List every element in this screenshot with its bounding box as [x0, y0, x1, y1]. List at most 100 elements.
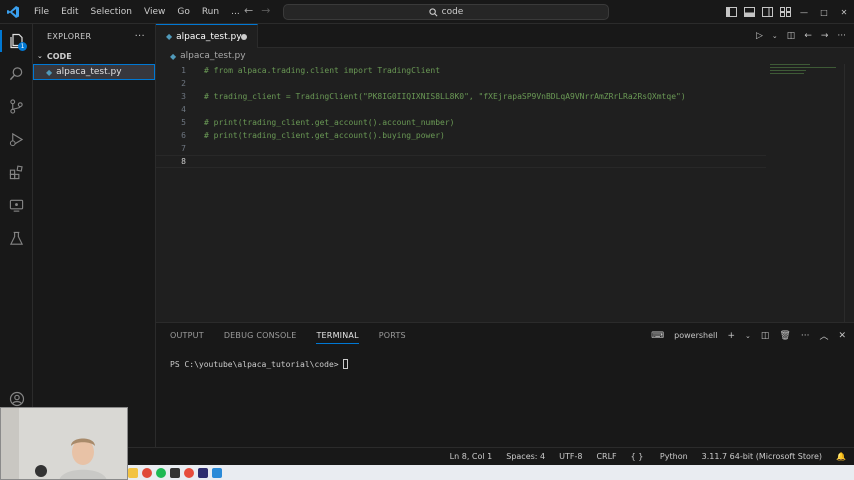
- menu-view[interactable]: View: [138, 7, 171, 17]
- line-number: 3: [181, 92, 186, 101]
- forward-arrow-icon[interactable]: →: [261, 4, 270, 17]
- maximize-button[interactable]: □: [814, 0, 834, 24]
- close-window-button[interactable]: ✕: [834, 0, 854, 24]
- chevron-down-icon: ⌄: [37, 52, 43, 60]
- code-line: 7: [156, 142, 766, 155]
- customize-layout-icon[interactable]: [776, 0, 794, 24]
- more-actions-icon[interactable]: ···: [801, 331, 810, 341]
- extensions-icon[interactable]: [0, 157, 33, 187]
- notifications-bell-icon[interactable]: 🔔: [836, 452, 846, 461]
- more-actions-icon[interactable]: ···: [837, 31, 846, 41]
- terminal-cursor: [342, 359, 348, 369]
- language-label: Python: [659, 452, 688, 461]
- python-file-icon: ◆: [166, 32, 173, 41]
- file-encoding[interactable]: UTF-8: [559, 452, 582, 461]
- line-number: 4: [181, 105, 186, 114]
- menu-edit[interactable]: Edit: [55, 7, 84, 17]
- toggle-primary-sidebar-icon[interactable]: [722, 0, 740, 24]
- explorer-icon[interactable]: 1: [0, 26, 33, 56]
- file-alpaca-test[interactable]: ◆ alpaca_test.py: [33, 64, 155, 80]
- webcam-overlay: [0, 407, 128, 480]
- chevron-down-icon[interactable]: ⌄: [772, 32, 778, 40]
- vscode-logo-icon: [2, 0, 24, 24]
- python-file-icon: ◆: [170, 51, 177, 61]
- code-line-current: 8: [156, 155, 766, 168]
- code-line: 2: [156, 77, 766, 90]
- split-editor-icon[interactable]: ◫: [787, 31, 796, 41]
- vscode-app-icon[interactable]: [212, 467, 222, 478]
- chevron-down-icon[interactable]: ⌄: [745, 332, 751, 340]
- file-explorer-app-icon[interactable]: [128, 467, 138, 478]
- run-python-file-icon[interactable]: ▷: [756, 31, 763, 41]
- app-icon[interactable]: [184, 467, 194, 478]
- remote-explorer-icon[interactable]: [0, 190, 33, 220]
- terminal-app-icon[interactable]: [198, 467, 208, 478]
- end-of-line[interactable]: CRLF: [596, 452, 616, 461]
- chrome-app-icon[interactable]: [142, 467, 152, 478]
- language-mode[interactable]: { } Python: [631, 452, 688, 461]
- command-center[interactable]: code: [283, 4, 609, 20]
- go-back-icon[interactable]: ←: [804, 31, 812, 41]
- menu-run[interactable]: Run: [196, 7, 225, 17]
- code-line: 1 # from alpaca.trading.client import Tr…: [156, 64, 766, 77]
- breadcrumb-file: alpaca_test.py: [180, 51, 246, 61]
- kill-terminal-icon[interactable]: 🗑: [779, 331, 790, 341]
- terminal-shell-label[interactable]: powershell: [674, 331, 717, 340]
- tab-label: alpaca_test.py: [176, 31, 242, 42]
- indentation[interactable]: Spaces: 4: [506, 452, 545, 461]
- tab-output[interactable]: OUTPUT: [170, 331, 204, 344]
- code-line: 4: [156, 103, 766, 116]
- go-forward-icon[interactable]: →: [821, 31, 829, 41]
- editor-tab-bar: ◆ alpaca_test.py ▷ ⌄ ◫ ← → ···: [156, 24, 854, 48]
- tab-ports[interactable]: PORTS: [379, 331, 406, 344]
- menu-go[interactable]: Go: [171, 7, 195, 17]
- tab-debug-console[interactable]: DEBUG CONSOLE: [224, 331, 297, 344]
- unsaved-dot-icon[interactable]: [241, 34, 247, 40]
- minimize-button[interactable]: —: [794, 0, 814, 24]
- minimap[interactable]: [770, 64, 840, 84]
- code-editor[interactable]: 1 # from alpaca.trading.client import Tr…: [156, 64, 854, 322]
- run-and-debug-icon[interactable]: [0, 124, 33, 154]
- code-line: 6 # print(trading_client.get_account().b…: [156, 129, 766, 142]
- terminal-icon: ⌨: [651, 330, 665, 341]
- app-icon[interactable]: [170, 467, 180, 478]
- menu-bar: File Edit Selection View Go Run ...: [28, 7, 246, 17]
- code-line: 3 # trading_client = TradingClient("PK8I…: [156, 90, 766, 103]
- breadcrumb[interactable]: ◆ alpaca_test.py: [156, 48, 854, 64]
- new-terminal-icon[interactable]: +: [727, 331, 735, 341]
- editor-scrollbar[interactable]: [844, 64, 854, 322]
- search-icon[interactable]: [0, 58, 33, 88]
- tab-terminal[interactable]: TERMINAL: [316, 331, 359, 344]
- maximize-panel-icon[interactable]: ︿: [819, 329, 828, 342]
- code-line: 5 # print(trading_client.get_account().a…: [156, 116, 766, 129]
- folder-code[interactable]: ⌄ CODE: [33, 48, 155, 64]
- menu-more[interactable]: ...: [225, 7, 246, 17]
- cursor-position[interactable]: Ln 8, Col 1: [450, 452, 493, 461]
- testing-icon[interactable]: [0, 223, 33, 253]
- folder-label: CODE: [46, 51, 72, 61]
- code-text: # trading_client = TradingClient("PK8IG0…: [204, 92, 686, 101]
- panel-tabs: OUTPUT DEBUG CONSOLE TERMINAL PORTS: [170, 331, 406, 344]
- python-interpreter[interactable]: 3.11.7 64-bit (Microsoft Store): [702, 452, 822, 461]
- panel-actions: ⌨ powershell + ⌄ ◫ 🗑 ··· ︿ ✕: [651, 329, 846, 343]
- menu-file[interactable]: File: [28, 7, 55, 17]
- search-icon: [429, 7, 438, 16]
- code-text: # print(trading_client.get_account().buy…: [204, 131, 445, 140]
- back-arrow-icon[interactable]: ←: [244, 4, 253, 17]
- line-number: 8: [181, 157, 186, 166]
- explorer-more-icon[interactable]: ···: [135, 31, 145, 42]
- split-terminal-icon[interactable]: ◫: [761, 331, 770, 341]
- toggle-secondary-sidebar-icon[interactable]: [758, 0, 776, 24]
- os-taskbar: [0, 465, 854, 480]
- tab-alpaca-test[interactable]: ◆ alpaca_test.py: [156, 24, 258, 48]
- terminal-prompt: PS C:\youtube\alpaca_tutorial\code>: [170, 359, 339, 369]
- explorer-header: EXPLORER ···: [33, 24, 155, 48]
- app-icon[interactable]: [156, 467, 166, 478]
- line-number: 2: [181, 79, 186, 88]
- file-label: alpaca_test.py: [56, 67, 122, 77]
- menu-selection[interactable]: Selection: [85, 7, 138, 17]
- close-panel-icon[interactable]: ✕: [838, 331, 846, 341]
- terminal-output[interactable]: PS C:\youtube\alpaca_tutorial\code>: [170, 359, 348, 369]
- source-control-icon[interactable]: [0, 91, 33, 121]
- toggle-panel-icon[interactable]: [740, 0, 758, 24]
